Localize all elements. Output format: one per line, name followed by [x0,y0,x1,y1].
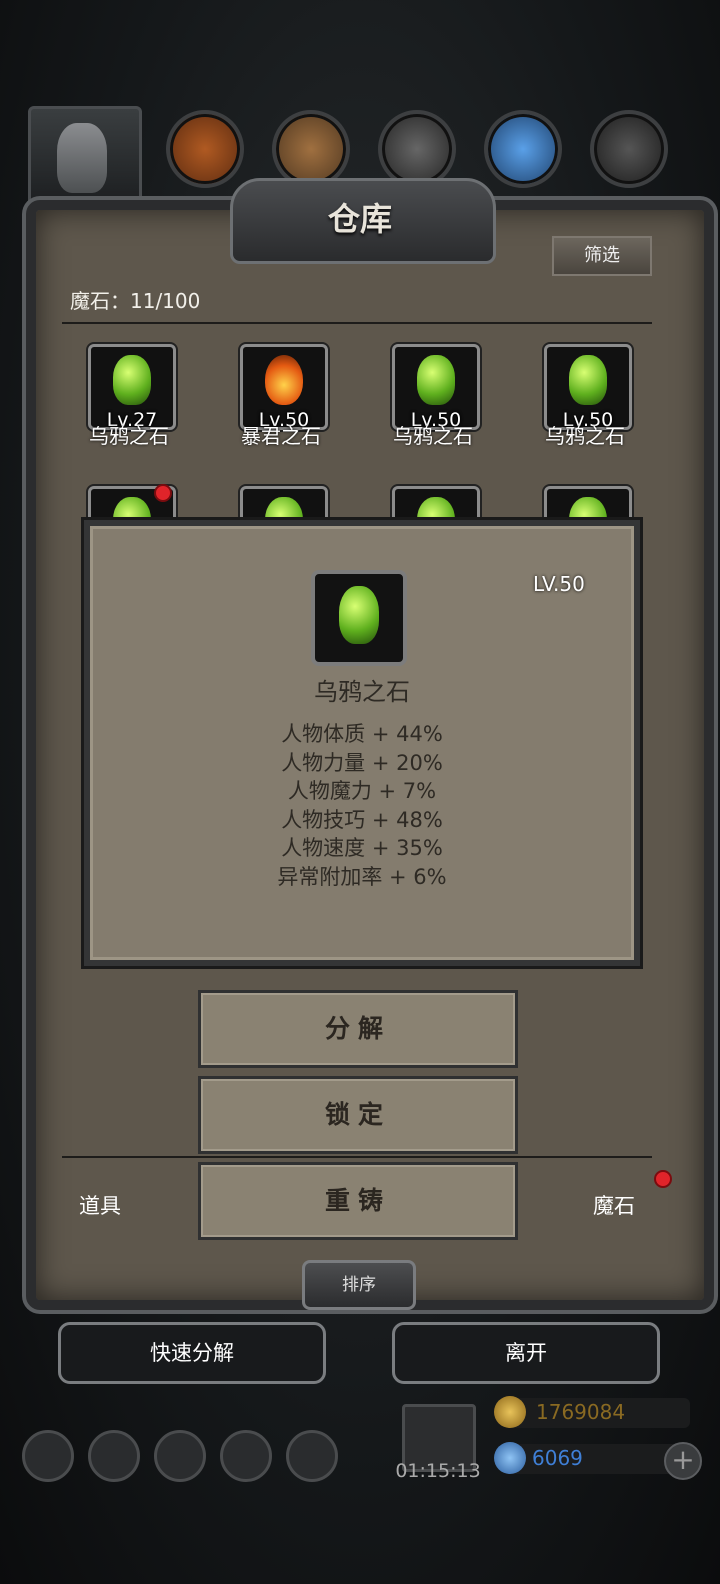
popup-item-name: 乌鸦之石 [314,678,410,706]
mail-icon[interactable] [220,1430,272,1482]
tab-alert-badge [654,1170,672,1188]
crystal-material-icon[interactable] [484,110,562,188]
sort-button[interactable]: 排序 [302,1260,416,1310]
star-icon[interactable] [88,1430,140,1482]
raven-stone-icon [113,355,151,405]
character-portrait[interactable] [28,106,142,208]
popup-item-level: LV.50 [533,572,585,596]
tab-divider [62,1156,652,1158]
gold-amount: 1769084 [536,1400,626,1424]
quick-decompose-button[interactable]: 快速分解 [58,1322,326,1384]
tab-magic-stones[interactable]: 魔石 [566,1190,662,1220]
lock-button[interactable]: 锁定 [198,1076,518,1154]
stat-line: 人物魔力 + 7% [287,779,437,803]
item-name: 乌鸦之石 [89,424,169,448]
tyrant-stone-icon [265,355,303,405]
raven-stone-icon [417,355,455,405]
leather-material-icon[interactable] [166,110,244,188]
item-slot[interactable]: Lv.50 [392,344,480,431]
stat-list: 人物体质 + 44% 人物力量 + 20% 人物魔力 + 7% 人物技巧 + 4… [84,720,640,891]
filter-button[interactable]: 筛选 [552,236,652,276]
item-slot[interactable]: Lv.50 [240,344,328,431]
stat-line: 人物技巧 + 48% [281,807,443,832]
iron-material-icon[interactable] [378,110,456,188]
item-name: 乌鸦之石 [393,424,473,448]
stat-line: 人物力量 + 20% [281,750,443,775]
portrait-face-icon [57,123,107,193]
settings-icon[interactable] [22,1430,74,1482]
gem-amount: 6069 [532,1446,583,1470]
item-slot[interactable]: Lv.50 [544,344,632,431]
page-title: 仓库 [327,200,392,238]
add-currency-button[interactable]: + [664,1442,702,1480]
raven-stone-icon [339,586,379,644]
gold-coin-icon [494,1396,526,1428]
item-name: 乌鸦之石 [545,424,625,448]
stat-line: 人物体质 + 44% [281,722,443,746]
tab-items[interactable]: 道具 [52,1190,148,1220]
popup-item-icon [311,570,407,666]
leave-button[interactable]: 离开 [392,1322,660,1384]
guild-icon[interactable] [154,1430,206,1482]
wood-material-icon[interactable] [272,110,350,188]
divider [62,322,652,324]
reforge-button[interactable]: 重铸 [198,1162,518,1240]
gem-bar [502,1444,690,1474]
stone-count: 魔石：11/100 [70,289,201,313]
shop-icon[interactable] [286,1430,338,1482]
gem-icon [494,1442,526,1474]
new-badge [154,484,172,502]
stat-line: 异常附加率 + 6% [277,864,447,889]
stat-line: 人物速度 + 35% [281,836,443,860]
raven-stone-icon [569,355,607,405]
steel-material-icon[interactable] [590,110,668,188]
gift-timer: 01:15:13 [395,1460,481,1482]
decompose-button[interactable]: 分解 [198,990,518,1068]
item-slot[interactable]: Lv.27 [88,344,176,431]
item-name: 暴君之石 [241,424,321,448]
